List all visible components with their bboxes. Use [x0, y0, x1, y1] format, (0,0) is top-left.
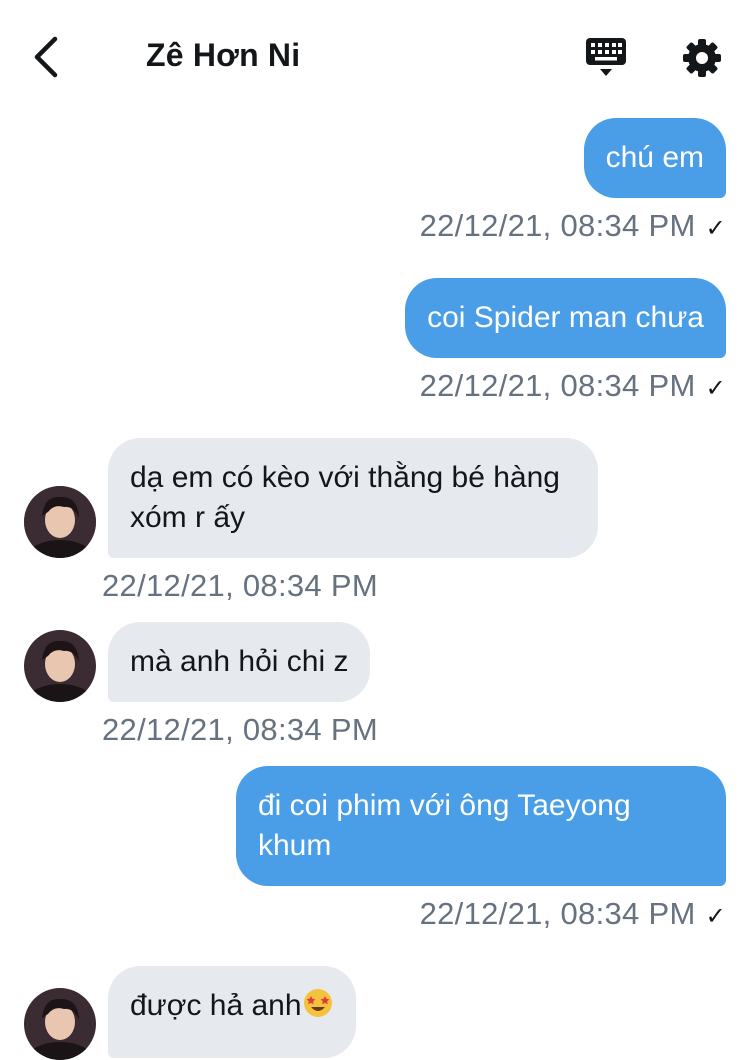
message-text: chú em	[605, 141, 704, 174]
contact-avatar[interactable]	[24, 630, 96, 702]
keyboard-button[interactable]	[584, 36, 628, 80]
read-check-icon: ✓	[705, 375, 726, 402]
message-timestamp: 22/12/21, 08:34 PM	[102, 712, 378, 747]
outgoing-message-bubble[interactable]: chú em	[583, 118, 726, 198]
chat-header: Zê Hơn Ni	[0, 0, 750, 110]
message-timestamp: 22/12/21, 08:34 PM ✓	[419, 896, 726, 931]
message-text: coi Spider man chưa	[427, 301, 704, 334]
avatar-photo-icon	[24, 988, 96, 1060]
message-timestamp: 22/12/21, 08:34 PM ✓	[419, 368, 726, 403]
chevron-left-icon	[34, 36, 58, 78]
incoming-message-bubble[interactable]: dạ em có kèo với thằng bé hàng xóm r ấy	[108, 438, 598, 558]
read-check-icon: ✓	[705, 215, 726, 242]
message-text: dạ em có kèo với thằng bé hàng xóm r ấy	[130, 461, 560, 534]
contact-avatar[interactable]	[24, 988, 96, 1060]
conversation-title: Zê Hơn Ni	[146, 37, 301, 73]
outgoing-message-bubble[interactable]: đi coi phim với ông Taeyong khum	[236, 766, 726, 886]
contact-avatar[interactable]	[24, 486, 96, 558]
avatar-photo-icon	[24, 630, 96, 702]
message-text: được hả anh	[130, 989, 302, 1022]
message-timestamp: 22/12/21, 08:34 PM ✓	[419, 208, 726, 243]
incoming-message-bubble[interactable]: mà anh hỏi chi z	[108, 622, 371, 702]
settings-button[interactable]	[680, 36, 724, 80]
message-text: mà anh hỏi chi z	[130, 645, 349, 678]
star-struck-emoji-icon	[302, 987, 334, 1019]
read-check-icon: ✓	[705, 903, 726, 930]
outgoing-message-bubble[interactable]: coi Spider man chưa	[405, 278, 726, 358]
avatar-photo-icon	[24, 486, 96, 558]
keyboard-icon	[586, 38, 626, 76]
back-button[interactable]	[26, 32, 66, 82]
message-timestamp: 22/12/21, 08:34 PM	[102, 568, 378, 603]
gear-icon	[683, 39, 721, 77]
incoming-message-bubble[interactable]: được hả anh	[108, 966, 356, 1058]
message-text: đi coi phim với ông Taeyong khum	[258, 789, 631, 862]
